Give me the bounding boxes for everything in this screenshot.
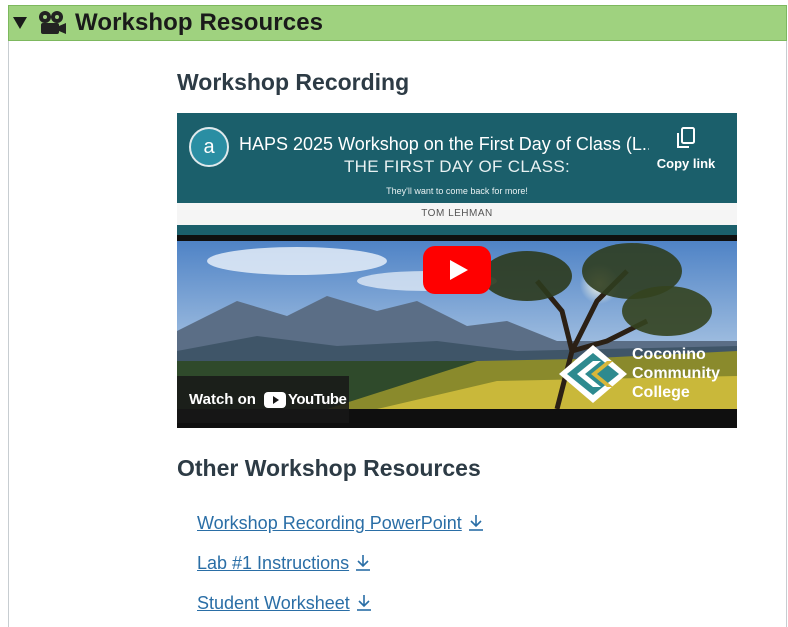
slide-author: TOM LEHMAN [421, 208, 493, 219]
play-button-icon[interactable] [423, 246, 491, 294]
section-header-toggle[interactable]: Workshop Resources [8, 5, 787, 41]
download-icon[interactable] [468, 514, 484, 532]
college-logo-mark [559, 345, 627, 403]
other-resources-heading: Other Workshop Resources [177, 455, 481, 481]
youtube-embed[interactable]: THE FIRST DAY OF CLASS: They'll want to … [177, 113, 737, 428]
youtube-logo: YouTube [263, 391, 347, 408]
youtube-play-icon [263, 391, 286, 408]
channel-initial: a [203, 135, 215, 158]
youtube-wordmark: YouTube [287, 391, 347, 408]
download-icon[interactable] [355, 554, 371, 572]
slide-subtitle: They'll want to come back for more! [386, 186, 528, 196]
college-name: Coconino Community College [632, 346, 720, 401]
triangle-down-icon[interactable] [13, 17, 27, 29]
workshop-resources-section: Workshop Resources Workshop Recording TH… [8, 5, 787, 627]
section-title: Workshop Resources [75, 9, 324, 36]
film-projector-icon [39, 11, 66, 34]
resource-link-row: Lab #1 Instructions [197, 543, 484, 583]
copy-link-label: Copy link [656, 156, 716, 171]
resource-links-list: Workshop Recording PowerPoint Lab #1 Ins… [197, 503, 484, 623]
recording-heading: Workshop Recording [177, 69, 410, 95]
slide-stripe [177, 225, 737, 235]
lab1-instructions-link[interactable]: Lab #1 Instructions [197, 553, 349, 574]
powerpoint-link[interactable]: Workshop Recording PowerPoint [197, 513, 462, 534]
resource-link-row: Student Worksheet [197, 583, 484, 623]
section-body: Workshop Recording THE FIRST DAY OF CLAS… [8, 41, 787, 627]
student-worksheet-link[interactable]: Student Worksheet [197, 593, 350, 614]
watch-on-label: Watch on [189, 391, 256, 408]
resource-link-row: Workshop Recording PowerPoint [197, 503, 484, 543]
watch-on-youtube-button[interactable]: Watch on YouTube [177, 376, 349, 423]
download-icon[interactable] [356, 594, 372, 612]
video-title-link[interactable]: HAPS 2025 Workshop on the First Day of C… [239, 134, 649, 155]
copy-icon [677, 127, 695, 148]
channel-avatar[interactable]: a [189, 127, 229, 167]
copy-link-button[interactable]: Copy link [653, 127, 719, 171]
